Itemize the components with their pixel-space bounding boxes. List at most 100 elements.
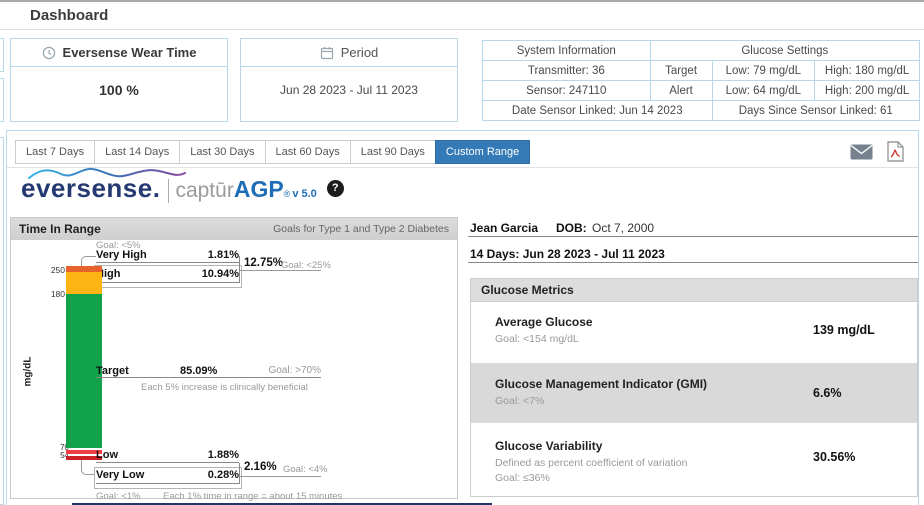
report-range-header: 14 Days: Jun 28 2023 - Jul 11 2023 — [468, 247, 918, 263]
metric-name: Glucose Management Indicator (GMI) — [495, 377, 707, 391]
target-row: Target 85.09% Goal: >70% — [96, 365, 321, 378]
report-range-text: 14 Days: Jun 28 2023 - Jul 11 2023 — [470, 247, 665, 261]
metric-name: Glucose Variability — [495, 439, 602, 453]
very-high-label: Very High — [96, 249, 147, 262]
registered-mark: ® — [284, 189, 291, 199]
period-value: Jun 28 2023 - Jul 11 2023 — [241, 67, 457, 97]
metric-goal: Goal: <7% — [495, 395, 544, 407]
bar-segment-high — [66, 272, 102, 294]
y-axis-label: mg/dL — [23, 357, 34, 387]
tab-last-14-days[interactable]: Last 14 Days — [94, 140, 180, 164]
product-name: captūr — [168, 179, 233, 203]
eversense-capturagp-logo: eversense. captūr AGP ® v 5.0 ? — [21, 173, 344, 204]
low-combined-pct: 2.16% — [244, 461, 277, 473]
metric-value: 6.6% — [813, 386, 842, 400]
very-high-connector-line — [81, 256, 96, 266]
tir-title: Time In Range — [19, 222, 101, 236]
very-low-row: Very Low 0.28% — [96, 469, 239, 484]
tir-footnote: Each 1% time in range = about 15 minutes — [163, 491, 342, 502]
system-info-header: System Information — [483, 41, 651, 61]
metric-row-glucose-variability: Glucose Variability Defined as percent c… — [471, 423, 917, 497]
dob-label: DOB: — [556, 221, 587, 235]
low-bracket-line — [239, 463, 240, 484]
alert-label-cell: Alert — [650, 81, 712, 101]
page-title: Dashboard — [30, 7, 108, 24]
tab-custom-range[interactable]: Custom Range — [435, 140, 530, 164]
system-info-table: System Information Glucose Settings Tran… — [482, 40, 920, 121]
left-edge-panel-sliver — [0, 137, 4, 505]
glucose-metrics-panel: Glucose Metrics Average Glucose Goal: <1… — [470, 278, 918, 497]
tab-last-7-days[interactable]: Last 7 Days — [15, 140, 95, 164]
tir-subtitle: Goals for Type 1 and Type 2 Diabetes — [273, 223, 449, 235]
wear-time-card: Eversense Wear Time 100 % — [10, 38, 228, 122]
target-note: Each 5% increase is clinically beneficia… — [141, 382, 308, 393]
table-row: Date Sensor Linked: Jun 14 2023 Days Sin… — [483, 101, 920, 121]
high-row: High 10.94% — [96, 268, 239, 283]
patient-name: Jean Garcia — [470, 221, 538, 235]
very-low-label: Very Low — [96, 469, 144, 483]
export-toolbar — [850, 141, 904, 162]
target-label: Target — [96, 365, 129, 377]
time-in-range-header: Time In Range Goals for Type 1 and Type … — [11, 218, 457, 240]
low-combined-underline — [239, 476, 321, 477]
very-high-row: Very High 1.81% — [96, 249, 239, 263]
patient-header: Jean Garcia DOB: Oct 7, 2000 — [468, 221, 918, 237]
table-row: Transmitter: 36 Target Low: 79 mg/dL Hig… — [483, 61, 920, 81]
wear-time-title: Eversense Wear Time — [63, 45, 197, 60]
metric-goal: Goal: <154 mg/dL — [495, 333, 579, 345]
tab-last-30-days[interactable]: Last 30 Days — [179, 140, 265, 164]
left-edge-panel-sliver — [0, 38, 4, 72]
metric-value: 139 mg/dL — [813, 323, 875, 337]
alert-high-cell: High: 200 mg/dL — [815, 81, 920, 101]
very-low-goal: Goal: <1% — [96, 491, 141, 502]
help-icon[interactable]: ? — [327, 180, 344, 197]
time-in-range-panel: Time In Range Goals for Type 1 and Type … — [10, 217, 458, 499]
table-row: Sensor: 247110 Alert Low: 64 mg/dL High:… — [483, 81, 920, 101]
high-combined-underline — [239, 270, 321, 271]
glucose-metrics-title: Glucose Metrics — [471, 279, 917, 302]
days-since-linked-cell: Days Since Sensor Linked: 61 — [712, 101, 920, 121]
metric-goal: Goal: ≤36% — [495, 472, 550, 484]
glucose-settings-header: Glucose Settings — [650, 41, 919, 61]
product-name-agp: AGP — [234, 176, 284, 203]
alert-low-cell: Low: 64 mg/dL — [712, 81, 815, 101]
dashboard-screen: Dashboard Eversense Wear Time 100 % Peri… — [0, 0, 924, 505]
target-label-cell: Target — [650, 61, 712, 81]
high-combined-pct: 12.75% — [244, 257, 283, 269]
tab-last-90-days[interactable]: Last 90 Days — [350, 140, 436, 164]
metric-value: 30.56% — [813, 450, 855, 464]
product-version: v 5.0 — [292, 188, 316, 200]
calendar-icon — [320, 46, 334, 60]
pdf-export-icon[interactable] — [887, 141, 904, 162]
target-low-cell: Low: 79 mg/dL — [712, 61, 815, 81]
low-label: Low — [96, 449, 118, 462]
period-title: Period — [341, 45, 379, 60]
high-pct: 10.94% — [202, 268, 239, 282]
metric-name: Average Glucose — [495, 315, 593, 329]
target-pct: 85.09% — [180, 365, 217, 377]
date-sensor-linked-cell: Date Sensor Linked: Jun 14 2023 — [483, 101, 713, 121]
transmitter-cell: Transmitter: 36 — [483, 61, 651, 81]
metric-row-gmi: Glucose Management Indicator (GMI) Goal:… — [471, 363, 917, 423]
email-icon[interactable] — [850, 144, 873, 160]
target-high-cell: High: 180 mg/dL — [815, 61, 920, 81]
period-card: Period Jun 28 2023 - Jul 11 2023 — [240, 38, 458, 122]
header-divider — [0, 29, 924, 30]
left-edge-panel-sliver — [0, 78, 4, 122]
wear-time-value: 100 % — [11, 67, 227, 98]
dob-value: Oct 7, 2000 — [592, 221, 654, 235]
target-goal: Goal: >70% — [268, 365, 321, 377]
low-row: Low 1.88% — [96, 449, 239, 463]
very-low-pct: 0.28% — [208, 469, 239, 483]
low-pct: 1.88% — [208, 449, 239, 462]
low-combined-goal: Goal: <4% — [283, 464, 328, 475]
date-range-tabs: Last 7 Days Last 14 Days Last 30 Days La… — [15, 140, 530, 164]
very-high-pct: 1.81% — [208, 249, 239, 262]
tick-180: 180 — [39, 289, 65, 299]
metric-row-average-glucose: Average Glucose Goal: <154 mg/dL 139 mg/… — [471, 302, 917, 363]
metric-definition: Defined as percent coefficient of variat… — [495, 457, 687, 469]
clock-icon — [42, 46, 56, 60]
tab-last-60-days[interactable]: Last 60 Days — [265, 140, 351, 164]
tick-250: 250 — [39, 265, 65, 275]
sensor-cell: Sensor: 247110 — [483, 81, 651, 101]
